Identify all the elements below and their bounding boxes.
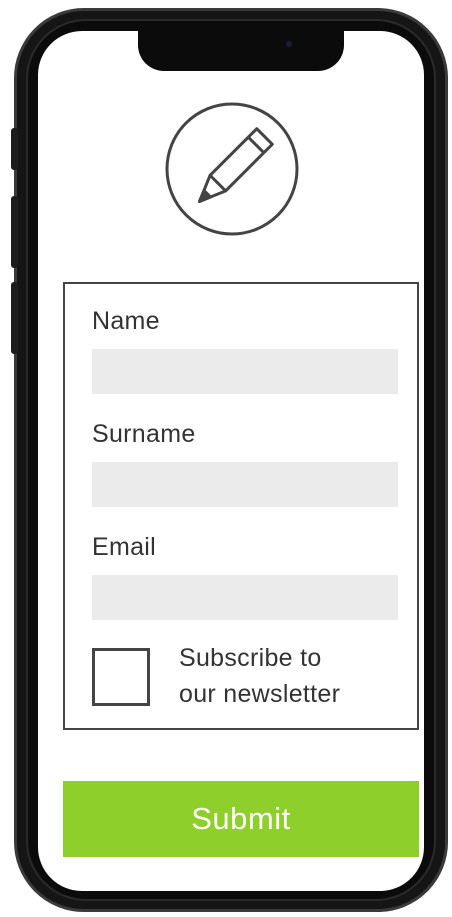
- phone-mockup: Name Surname Email Subscribe to our news…: [0, 0, 452, 917]
- mute-switch: [11, 128, 18, 170]
- name-input[interactable]: [92, 349, 398, 394]
- newsletter-label: Subscribe to our newsletter: [179, 640, 409, 712]
- newsletter-label-line-1: Subscribe to: [179, 644, 322, 672]
- newsletter-checkbox[interactable]: [92, 648, 150, 706]
- notch: [138, 31, 344, 71]
- signup-form: Name Surname Email Subscribe to our news…: [63, 282, 419, 730]
- newsletter-label-line-2: our newsletter: [179, 680, 341, 708]
- surname-input[interactable]: [92, 462, 398, 507]
- volume-down-button: [11, 282, 18, 354]
- phone-screen: Name Surname Email Subscribe to our news…: [38, 31, 424, 891]
- email-input[interactable]: [92, 575, 398, 620]
- name-label: Name: [92, 307, 160, 335]
- pencil-icon: [165, 102, 299, 236]
- submit-button[interactable]: Submit: [63, 781, 419, 857]
- email-label: Email: [92, 533, 157, 561]
- front-camera-icon: [286, 41, 292, 47]
- surname-label: Surname: [92, 420, 196, 448]
- volume-up-button: [11, 196, 18, 268]
